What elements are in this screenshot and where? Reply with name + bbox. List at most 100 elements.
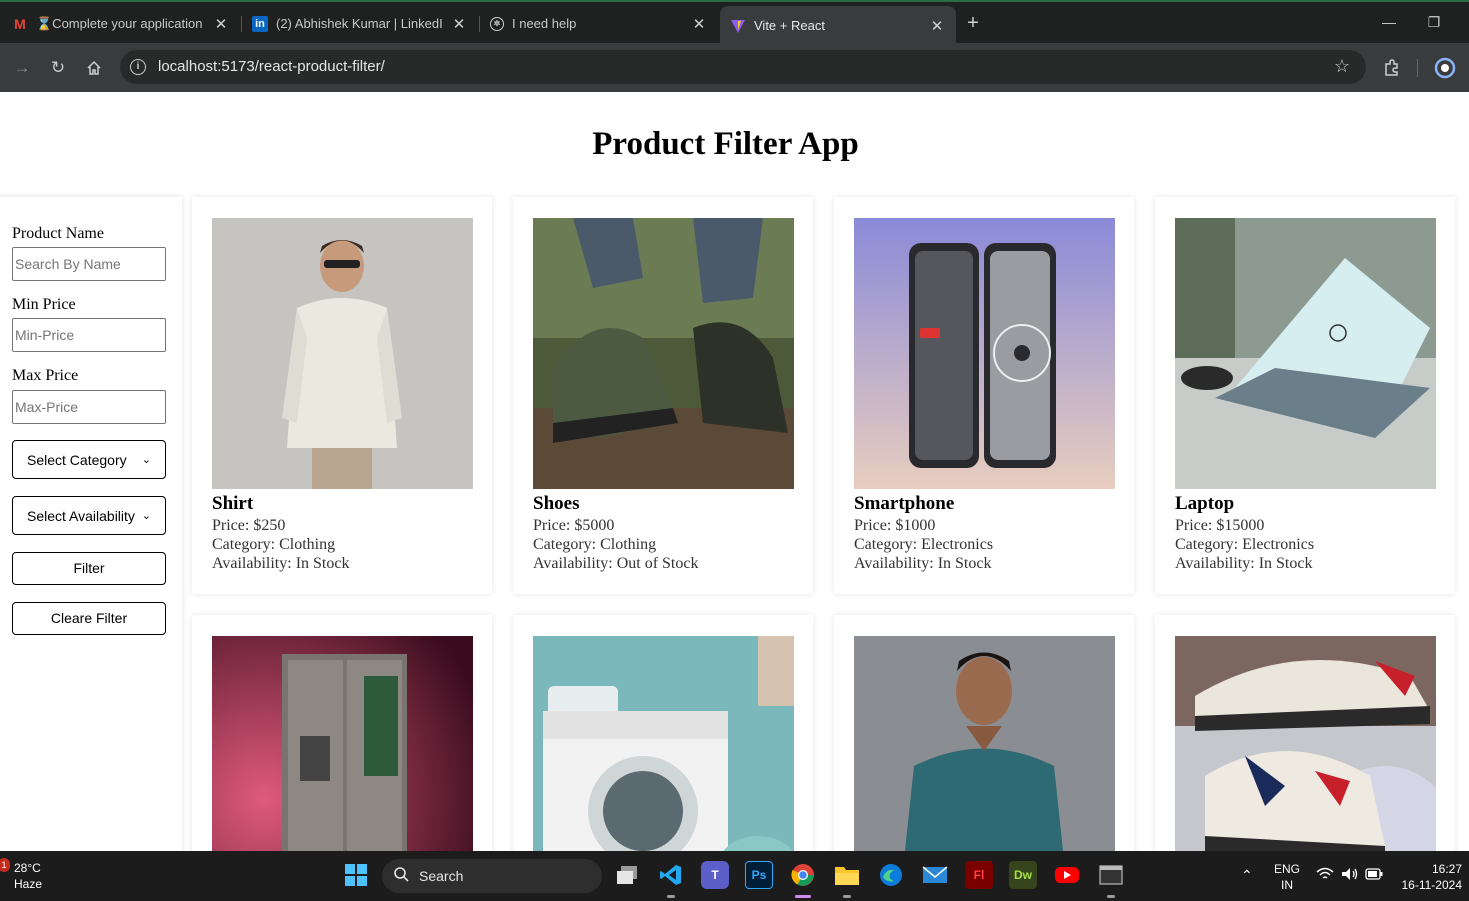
availability-select[interactable]: Select Availability ⌄ [12, 496, 166, 535]
filter-panel: Product Name Min Price Max Price Select … [0, 197, 182, 851]
clock-time: 16:27 [1431, 862, 1462, 876]
product-card [834, 615, 1134, 851]
product-availability: Availability: Out of Stock [533, 555, 699, 572]
taskbar-search-label: Search [419, 868, 464, 884]
weather-widget[interactable]: 28°C Haze [14, 860, 42, 892]
site-info-icon[interactable]: i [130, 59, 146, 75]
product-card: Shirt Price: $250 Category: Clothing Ava… [192, 197, 492, 594]
product-name: Laptop [1175, 493, 1235, 514]
new-tab-icon[interactable]: + [962, 12, 984, 34]
running-indicator [843, 895, 851, 898]
clock-date: 16-11-2024 [1401, 878, 1463, 892]
product-card: Smartphone Price: $1000 Category: Electr… [834, 197, 1134, 594]
gmail-icon: M [14, 15, 26, 32]
min-price-input[interactable] [12, 318, 166, 352]
mail-icon[interactable] [921, 861, 949, 889]
restore-icon[interactable]: ❐ [1419, 10, 1449, 34]
dreamweaver-icon[interactable]: Dw [1009, 861, 1037, 889]
task-view-icon[interactable] [613, 861, 641, 889]
tab-title: (2) Abhishek Kumar | LinkedIn [276, 16, 442, 31]
active-indicator [795, 895, 811, 898]
smartphone-image [854, 218, 1115, 489]
product-name-input[interactable] [12, 247, 166, 281]
chevron-down-icon: ⌄ [141, 510, 151, 522]
browser-tab-bar: M ⌛Complete your application fo ✕ in (2)… [0, 0, 1469, 45]
running-indicator [667, 895, 675, 898]
home-icon[interactable] [81, 55, 107, 81]
close-tab-icon[interactable]: ✕ [212, 15, 230, 33]
vscode-icon[interactable] [657, 861, 685, 889]
category-select[interactable]: Select Category ⌄ [12, 440, 166, 479]
linkedin-icon: in [252, 15, 268, 32]
max-price-label: Max Price [12, 367, 79, 384]
forward-icon[interactable]: → [9, 55, 35, 81]
close-tab-icon[interactable]: ✕ [450, 15, 468, 33]
tab-linkedin[interactable]: in (2) Abhishek Kumar | LinkedIn ✕ [242, 6, 478, 41]
region-label: IN [1281, 878, 1293, 892]
url-text: localhost:5173/react-product-filter/ [158, 58, 385, 75]
language-indicator[interactable]: ENG IN [1274, 861, 1300, 893]
vite-icon [730, 18, 746, 34]
address-bar[interactable]: i localhost:5173/react-product-filter/ ☆ [120, 50, 1366, 84]
product-card [513, 615, 813, 851]
sneakers-image [1175, 636, 1436, 851]
product-card [192, 615, 492, 851]
edge-icon[interactable] [877, 861, 905, 889]
tab-vite-react[interactable]: Vite + React ✕ [720, 6, 956, 45]
taskbar-search[interactable]: Search [382, 859, 602, 893]
washing-machine-image [533, 636, 794, 851]
teams-icon[interactable]: T [701, 861, 729, 889]
weather-temp: 28°C [14, 861, 41, 875]
product-availability: Availability: In Stock [1175, 555, 1313, 572]
toolbar-divider [1417, 59, 1418, 77]
taskbar: 1 28°C Haze Search T Ps Fl Dw ⌃ ENG IN 1… [0, 851, 1469, 901]
profile-icon[interactable] [1432, 55, 1458, 81]
page-title: Product Filter App [592, 126, 859, 162]
reload-icon[interactable]: ↻ [45, 55, 71, 81]
weather-desc: Haze [14, 877, 43, 891]
product-availability: Availability: In Stock [212, 555, 350, 572]
close-tab-icon[interactable]: ✕ [928, 17, 946, 35]
product-name-label: Product Name [12, 225, 104, 242]
max-price-input[interactable] [12, 390, 166, 424]
chrome-icon[interactable] [789, 861, 817, 889]
terminal-icon[interactable] [1097, 861, 1125, 889]
product-price: Price: $15000 [1175, 517, 1265, 534]
extensions-icon[interactable] [1379, 55, 1405, 81]
close-tab-icon[interactable]: ✕ [690, 15, 708, 33]
battery-icon[interactable] [1365, 868, 1383, 884]
tray-overflow-icon[interactable]: ⌃ [1241, 867, 1253, 883]
refrigerator-image [212, 636, 473, 851]
search-icon [394, 867, 409, 882]
tab-title: Vite + React [754, 18, 825, 33]
volume-icon[interactable] [1341, 867, 1359, 885]
product-card: Shoes Price: $5000 Category: Clothing Av… [513, 197, 813, 594]
product-card [1155, 615, 1455, 851]
product-name: Shirt [212, 493, 254, 514]
product-category: Category: Clothing [212, 536, 336, 553]
weather-badge: 1 [0, 858, 10, 872]
youtube-icon[interactable] [1053, 861, 1081, 889]
minimize-icon[interactable]: — [1374, 10, 1404, 34]
product-availability: Availability: In Stock [854, 555, 992, 572]
shoes-image [533, 218, 794, 489]
product-price: Price: $250 [212, 517, 286, 534]
photoshop-icon[interactable]: Ps [745, 861, 773, 889]
language-label: ENG [1274, 862, 1301, 876]
start-icon[interactable] [342, 861, 370, 889]
product-name: Shoes [533, 493, 580, 514]
flash-icon[interactable]: Fl [965, 861, 993, 889]
laptop-image [1175, 218, 1436, 489]
filter-button[interactable]: Filter [12, 552, 166, 585]
tab-gmail[interactable]: M ⌛Complete your application fo ✕ [2, 6, 240, 41]
clock[interactable]: 16:27 16-11-2024 [1396, 861, 1463, 893]
wifi-icon[interactable] [1316, 867, 1334, 885]
product-category: Category: Electronics [854, 536, 994, 553]
clear-filter-button[interactable]: Cleare Filter [12, 602, 166, 635]
product-price: Price: $5000 [533, 517, 615, 534]
tab-title: ⌛Complete your application fo [36, 15, 204, 31]
bookmark-star-icon[interactable]: ☆ [1334, 56, 1350, 77]
file-explorer-icon[interactable] [833, 861, 861, 889]
tab-chatgpt[interactable]: ✲ I need help ✕ [480, 6, 718, 41]
min-price-label: Min Price [12, 296, 76, 313]
